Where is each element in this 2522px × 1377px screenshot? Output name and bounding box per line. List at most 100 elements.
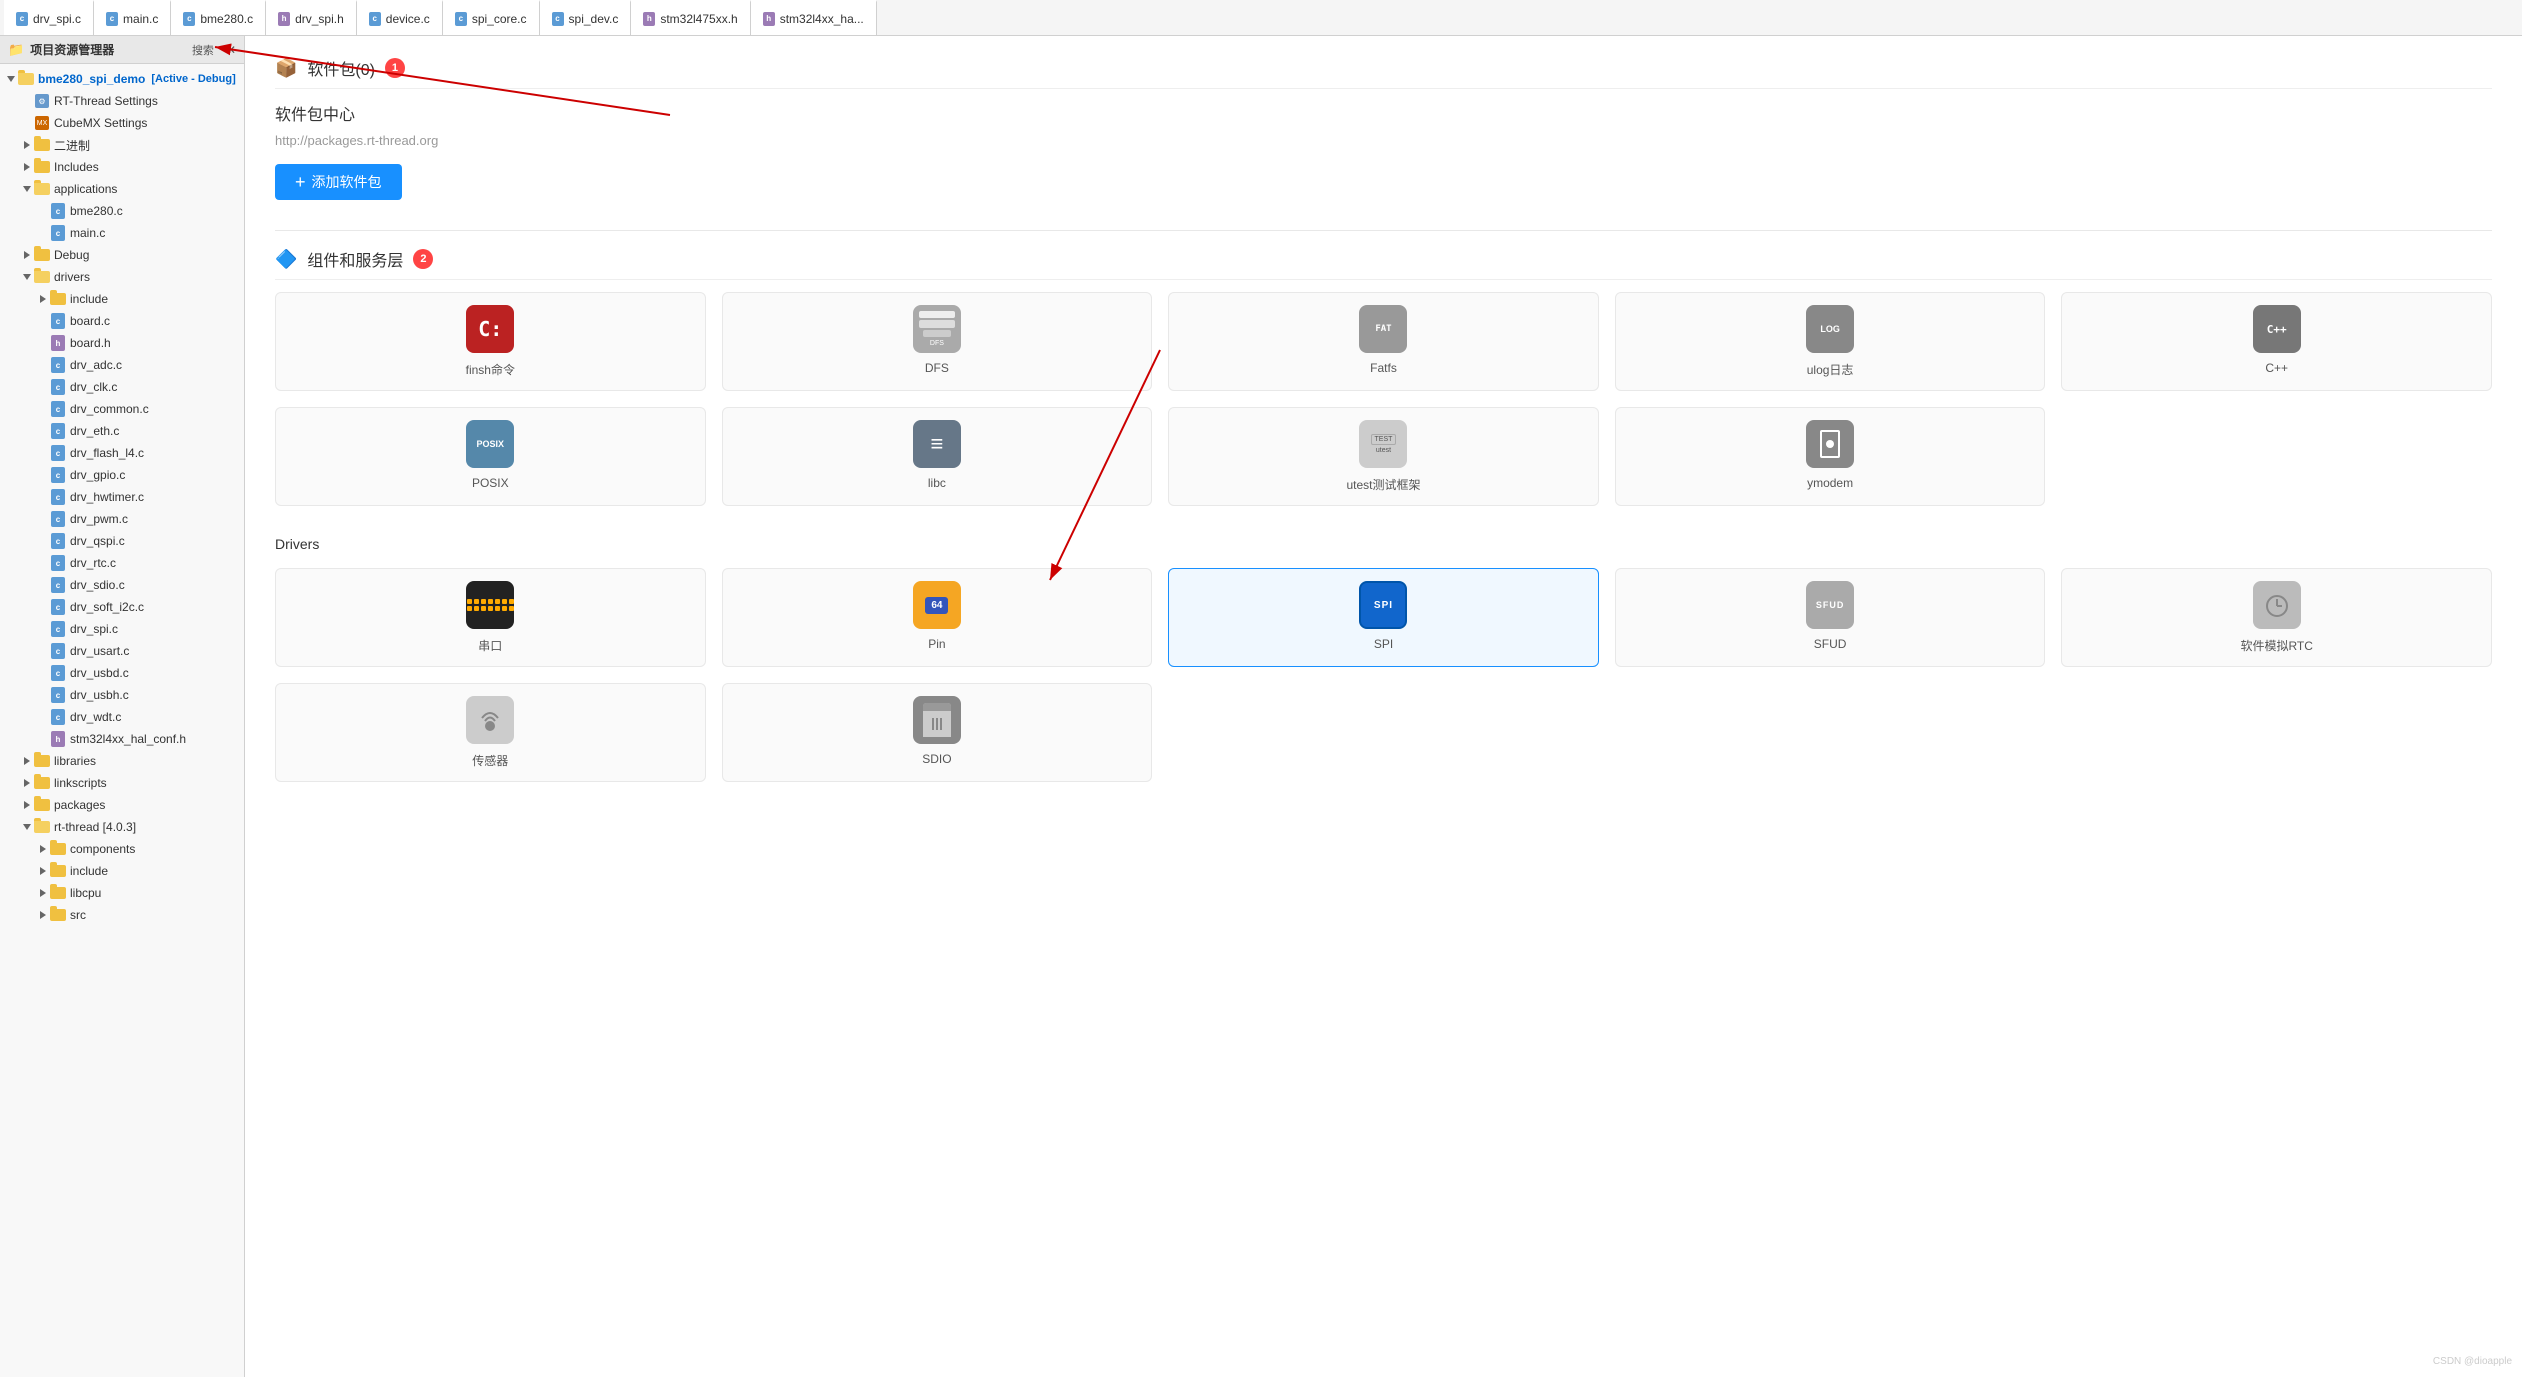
component-libc[interactable]: ≡ libc — [722, 407, 1153, 506]
folder-open-file-icon — [34, 181, 50, 197]
driver-pin[interactable]: 64 Pin — [722, 568, 1153, 667]
sidebar-search[interactable]: 搜索 — [186, 41, 220, 59]
sensor-label: 传感器 — [472, 752, 508, 769]
sidebar-item-drv_gpioc[interactable]: c drv_gpio.c — [0, 464, 244, 486]
c-file-icon: c — [50, 709, 66, 725]
drivers-title: Drivers — [275, 536, 2492, 552]
sidebar-item-include[interactable]: include — [0, 288, 244, 310]
sidebar-item-includes[interactable]: Includes — [0, 156, 244, 178]
c-file-icon: c — [50, 203, 66, 219]
component-fatfs[interactable]: FAT Fatfs — [1168, 292, 1599, 391]
no-arrow — [36, 600, 50, 614]
driver-rtc-soft[interactable]: 软件模拟RTC — [2061, 568, 2492, 667]
pkg-icon: 📦 — [275, 58, 297, 79]
expand-arrow — [36, 886, 50, 900]
sidebar-item-drv_soft_i2cc[interactable]: c drv_soft_i2c.c — [0, 596, 244, 618]
component-utest[interactable]: TEST utest utest测试框架 — [1168, 407, 1599, 506]
sidebar-item-drivers[interactable]: drivers — [0, 266, 244, 288]
driver-serial[interactable]: 串口 — [275, 568, 706, 667]
sidebar-item-rt-thread[interactable]: rt-thread [4.0.3] — [0, 816, 244, 838]
sidebar-item-mainc[interactable]: c main.c — [0, 222, 244, 244]
tree-label: drv_flash_l4.c — [70, 446, 144, 460]
component-cpp[interactable]: C++ C++ — [2061, 292, 2492, 391]
sfud-label: SFUD — [1814, 637, 1847, 651]
tab-device.c[interactable]: cdevice.c — [357, 0, 443, 35]
sidebar-item-drv_ethc[interactable]: c drv_eth.c — [0, 420, 244, 442]
c-file-icon: c — [369, 12, 381, 26]
sidebar-item-bme280c[interactable]: c bme280.c — [0, 200, 244, 222]
c-file-icon: c — [50, 379, 66, 395]
no-arrow — [36, 622, 50, 636]
component-finsh[interactable]: C: finsh命令 — [275, 292, 706, 391]
tab-spi_dev.c[interactable]: cspi_dev.c — [540, 0, 632, 35]
tab-stm32l475xx.h[interactable]: hstm32l475xx.h — [631, 0, 750, 35]
sidebar-item-libcpu[interactable]: libcpu — [0, 882, 244, 904]
h-file-icon: h — [50, 731, 66, 747]
expand-arrow — [20, 138, 34, 152]
sidebar-item-drv_clkc[interactable]: c drv_clk.c — [0, 376, 244, 398]
no-arrow — [20, 116, 34, 130]
sidebar-item-drv_hwtimerc[interactable]: c drv_hwtimer.c — [0, 486, 244, 508]
ymodem-icon — [1806, 420, 1854, 468]
sidebar-item-libraries[interactable]: libraries — [0, 750, 244, 772]
sidebar-item-applications[interactable]: applications — [0, 178, 244, 200]
sidebar-item-drv_qspic[interactable]: c drv_qspi.c — [0, 530, 244, 552]
tab-bme280.c[interactable]: cbme280.c — [171, 0, 266, 35]
component-ulog[interactable]: LOG ulog日志 — [1615, 292, 2046, 391]
tab-spi_core.c[interactable]: cspi_core.c — [443, 0, 540, 35]
sidebar-item-drv_usartc[interactable]: c drv_usart.c — [0, 640, 244, 662]
component-posix[interactable]: POSIX POSIX — [275, 407, 706, 506]
sidebar-item-drv_usbdc[interactable]: c drv_usbd.c — [0, 662, 244, 684]
sidebar-item-drv_pwmc[interactable]: c drv_pwm.c — [0, 508, 244, 530]
sidebar-item-drv_wdtc[interactable]: c drv_wdt.c — [0, 706, 244, 728]
rtc-soft-icon — [2253, 581, 2301, 629]
component-dfs[interactable]: DFS DFS — [722, 292, 1153, 391]
add-pkg-button[interactable]: + 添加软件包 — [275, 164, 402, 200]
tab-main.c[interactable]: c main.c — [94, 0, 171, 35]
c-file-icon: c — [50, 467, 66, 483]
pin-icon: 64 — [913, 581, 961, 629]
driver-sdio[interactable]: SDIO — [722, 683, 1153, 782]
close-icon[interactable]: ✕ — [226, 43, 236, 57]
sidebar-item-stm32l4xx_hal_conf[interactable]: h stm32l4xx_hal_conf.h — [0, 728, 244, 750]
libc-label: libc — [928, 476, 946, 490]
ymodem-label: ymodem — [1807, 476, 1853, 490]
sidebar-item-cubemx-settings[interactable]: MX CubeMX Settings — [0, 112, 244, 134]
tree-label: drv_gpio.c — [70, 468, 125, 482]
sidebar-item-rt-include[interactable]: include — [0, 860, 244, 882]
driver-sfud[interactable]: SFUD SFUD — [1615, 568, 2046, 667]
driver-spi[interactable]: SPI SPI — [1168, 568, 1599, 667]
sidebar-item-drv_spic[interactable]: c drv_spi.c — [0, 618, 244, 640]
tab-label: main.c — [123, 12, 158, 26]
sidebar-item-drv_adcc[interactable]: c drv_adc.c — [0, 354, 244, 376]
c-file-icon: c — [106, 12, 118, 26]
cpp-label: C++ — [2265, 361, 2288, 375]
tab-drv_spi.h[interactable]: hdrv_spi.h — [266, 0, 357, 35]
sidebar-item-src[interactable]: src — [0, 904, 244, 926]
no-arrow — [36, 314, 50, 328]
sidebar-item-boardh[interactable]: h board.h — [0, 332, 244, 354]
sidebar-item-drv_rtcc[interactable]: c drv_rtc.c — [0, 552, 244, 574]
tab-stm32l4xx_ha...[interactable]: hstm32l4xx_ha... — [751, 0, 877, 35]
sidebar-item-binary[interactable]: 二进制 — [0, 134, 244, 156]
driver-sensor[interactable]: 传感器 — [275, 683, 706, 782]
sidebar-item-drv_flash_l4c[interactable]: c drv_flash_l4.c — [0, 442, 244, 464]
sidebar-item-rt-thread-settings[interactable]: ⚙ RT-Thread Settings — [0, 90, 244, 112]
drivers-section: Drivers 串口 64 Pin SPI SPI SFUD SFUD 软件模拟… — [275, 536, 2492, 782]
tab-drv_spi.c[interactable]: cdrv_spi.c — [4, 0, 94, 35]
tree-label: packages — [54, 798, 105, 812]
sidebar-item-debug[interactable]: Debug — [0, 244, 244, 266]
sidebar-item-linkscripts[interactable]: linkscripts — [0, 772, 244, 794]
c-file-icon: c — [50, 599, 66, 615]
sidebar-project-root[interactable]: bme280_spi_demo [Active - Debug] — [0, 68, 244, 90]
no-arrow — [36, 204, 50, 218]
sidebar-item-packages[interactable]: packages — [0, 794, 244, 816]
components-icon: 🔷 — [275, 249, 297, 270]
sidebar-item-components[interactable]: components — [0, 838, 244, 860]
sidebar-item-boardc[interactable]: c board.c — [0, 310, 244, 332]
sidebar-item-drv_usbhc[interactable]: c drv_usbh.c — [0, 684, 244, 706]
sidebar-item-drv_commonc[interactable]: c drv_common.c — [0, 398, 244, 420]
sidebar-item-drv_sdioc[interactable]: c drv_sdio.c — [0, 574, 244, 596]
component-ymodem[interactable]: ymodem — [1615, 407, 2046, 506]
finsh-icon: C: — [466, 305, 514, 353]
